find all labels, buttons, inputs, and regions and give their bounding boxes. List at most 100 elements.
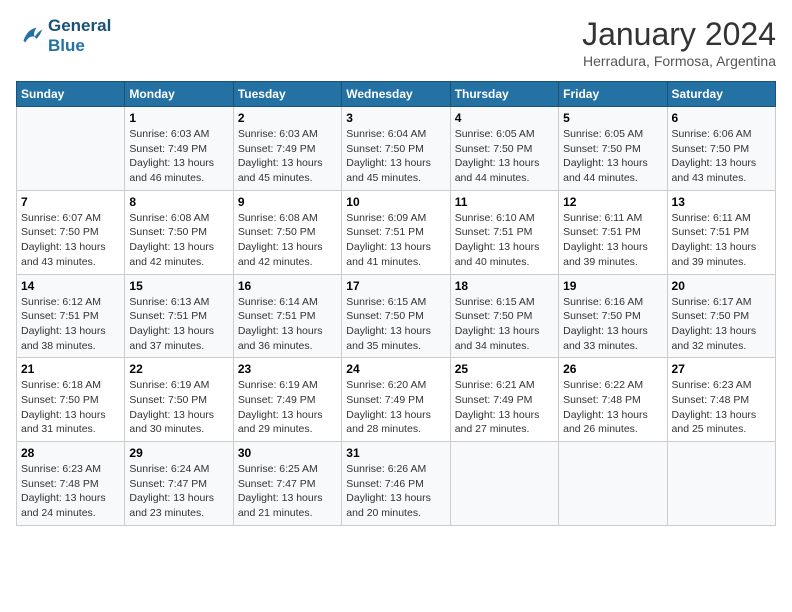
day-details: Sunrise: 6:13 AMSunset: 7:51 PMDaylight:…	[129, 295, 228, 354]
calendar-cell: 6 Sunrise: 6:06 AMSunset: 7:50 PMDaylight…	[667, 107, 775, 191]
day-details: Sunrise: 6:08 AMSunset: 7:50 PMDaylight:…	[129, 211, 228, 270]
calendar-cell: 1Sunrise: 6:03 AMSunset: 7:49 PMDaylight…	[125, 107, 233, 191]
day-details: Sunrise: 6:17 AMSunset: 7:50 PMDaylight:…	[672, 295, 771, 354]
day-number: 16	[238, 279, 337, 293]
day-number: 4	[455, 111, 554, 125]
day-number: 7	[21, 195, 120, 209]
calendar-cell: 25 Sunrise: 6:21 AMSunset: 7:49 PMDayligh…	[450, 358, 558, 442]
calendar-cell	[450, 442, 558, 526]
day-number: 18	[455, 279, 554, 293]
logo-text: General Blue	[48, 16, 111, 57]
calendar-week-row: 21 Sunrise: 6:18 AMSunset: 7:50 PMDayligh…	[17, 358, 776, 442]
header-tuesday: Tuesday	[233, 82, 341, 107]
calendar-cell: 19 Sunrise: 6:16 AMSunset: 7:50 PMDayligh…	[559, 274, 667, 358]
calendar-cell: 26Sunrise: 6:22 AMSunset: 7:48 PMDayligh…	[559, 358, 667, 442]
day-details: Sunrise: 6:22 AMSunset: 7:48 PMDaylight:…	[563, 378, 662, 437]
day-number: 5	[563, 111, 662, 125]
day-number: 14	[21, 279, 120, 293]
day-details: Sunrise: 6:26 AMSunset: 7:46 PMDaylight:…	[346, 462, 445, 521]
calendar-cell: 4 Sunrise: 6:05 AMSunset: 7:50 PMDaylight…	[450, 107, 558, 191]
day-details: Sunrise: 6:06 AMSunset: 7:50 PMDaylight:…	[672, 127, 771, 186]
day-number: 19	[563, 279, 662, 293]
day-details: Sunrise: 6:09 AMSunset: 7:51 PMDaylight:…	[346, 211, 445, 270]
day-details: Sunrise: 6:11 AMSunset: 7:51 PMDaylight:…	[563, 211, 662, 270]
calendar-cell: 27 Sunrise: 6:23 AMSunset: 7:48 PMDayligh…	[667, 358, 775, 442]
calendar-cell	[17, 107, 125, 191]
day-number: 15	[129, 279, 228, 293]
header-friday: Friday	[559, 82, 667, 107]
calendar-cell: 14 Sunrise: 6:12 AMSunset: 7:51 PMDayligh…	[17, 274, 125, 358]
calendar-cell	[667, 442, 775, 526]
day-details: Sunrise: 6:12 AMSunset: 7:51 PMDaylight:…	[21, 295, 120, 354]
day-number: 2	[238, 111, 337, 125]
calendar-cell: 24Sunrise: 6:20 AMSunset: 7:49 PMDayligh…	[342, 358, 450, 442]
calendar-cell: 8 Sunrise: 6:08 AMSunset: 7:50 PMDaylight…	[125, 190, 233, 274]
calendar-week-row: 14 Sunrise: 6:12 AMSunset: 7:51 PMDayligh…	[17, 274, 776, 358]
day-details: Sunrise: 6:18 AMSunset: 7:50 PMDaylight:…	[21, 378, 120, 437]
calendar-table: Sunday Monday Tuesday Wednesday Thursday…	[16, 81, 776, 526]
calendar-cell: 7 Sunrise: 6:07 AMSunset: 7:50 PMDaylight…	[17, 190, 125, 274]
calendar-cell: 31 Sunrise: 6:26 AMSunset: 7:46 PMDayligh…	[342, 442, 450, 526]
day-details: Sunrise: 6:25 AMSunset: 7:47 PMDaylight:…	[238, 462, 337, 521]
header-wednesday: Wednesday	[342, 82, 450, 107]
day-details: Sunrise: 6:04 AMSunset: 7:50 PMDaylight:…	[346, 127, 445, 186]
day-number: 31	[346, 446, 445, 460]
day-number: 23	[238, 362, 337, 376]
calendar-cell: 15 Sunrise: 6:13 AMSunset: 7:51 PMDayligh…	[125, 274, 233, 358]
day-number: 12	[563, 195, 662, 209]
day-details: Sunrise: 6:15 AMSunset: 7:50 PMDaylight:…	[455, 295, 554, 354]
day-number: 24	[346, 362, 445, 376]
day-number: 25	[455, 362, 554, 376]
day-details: Sunrise: 6:23 AMSunset: 7:48 PMDaylight:…	[21, 462, 120, 521]
calendar-cell: 28 Sunrise: 6:23 AMSunset: 7:48 PMDayligh…	[17, 442, 125, 526]
logo-icon	[16, 22, 44, 50]
header-monday: Monday	[125, 82, 233, 107]
calendar-cell	[559, 442, 667, 526]
logo: General Blue	[16, 16, 111, 57]
day-details: Sunrise: 6:10 AMSunset: 7:51 PMDaylight:…	[455, 211, 554, 270]
calendar-cell: 22 Sunrise: 6:19 AMSunset: 7:50 PMDayligh…	[125, 358, 233, 442]
day-details: Sunrise: 6:21 AMSunset: 7:49 PMDaylight:…	[455, 378, 554, 437]
calendar-cell: 12 Sunrise: 6:11 AMSunset: 7:51 PMDayligh…	[559, 190, 667, 274]
calendar-cell: 18 Sunrise: 6:15 AMSunset: 7:50 PMDayligh…	[450, 274, 558, 358]
calendar-cell: 3Sunrise: 6:04 AMSunset: 7:50 PMDaylight…	[342, 107, 450, 191]
calendar-cell: 16Sunrise: 6:14 AMSunset: 7:51 PMDayligh…	[233, 274, 341, 358]
day-number: 22	[129, 362, 228, 376]
day-number: 9	[238, 195, 337, 209]
day-number: 1	[129, 111, 228, 125]
location-subtitle: Herradura, Formosa, Argentina	[582, 53, 776, 69]
day-number: 28	[21, 446, 120, 460]
day-details: Sunrise: 6:03 AMSunset: 7:49 PMDaylight:…	[238, 127, 337, 186]
header-sunday: Sunday	[17, 82, 125, 107]
day-details: Sunrise: 6:05 AMSunset: 7:50 PMDaylight:…	[563, 127, 662, 186]
day-number: 29	[129, 446, 228, 460]
day-details: Sunrise: 6:23 AMSunset: 7:48 PMDaylight:…	[672, 378, 771, 437]
header-thursday: Thursday	[450, 82, 558, 107]
day-number: 13	[672, 195, 771, 209]
day-number: 20	[672, 279, 771, 293]
day-number: 21	[21, 362, 120, 376]
day-details: Sunrise: 6:19 AMSunset: 7:50 PMDaylight:…	[129, 378, 228, 437]
day-details: Sunrise: 6:05 AMSunset: 7:50 PMDaylight:…	[455, 127, 554, 186]
day-details: Sunrise: 6:08 AMSunset: 7:50 PMDaylight:…	[238, 211, 337, 270]
day-number: 30	[238, 446, 337, 460]
title-area: January 2024 Herradura, Formosa, Argenti…	[582, 16, 776, 69]
day-details: Sunrise: 6:16 AMSunset: 7:50 PMDaylight:…	[563, 295, 662, 354]
calendar-cell: 13Sunrise: 6:11 AMSunset: 7:51 PMDayligh…	[667, 190, 775, 274]
calendar-cell: 17Sunrise: 6:15 AMSunset: 7:50 PMDayligh…	[342, 274, 450, 358]
calendar-cell: 30 Sunrise: 6:25 AMSunset: 7:47 PMDayligh…	[233, 442, 341, 526]
day-details: Sunrise: 6:07 AMSunset: 7:50 PMDaylight:…	[21, 211, 120, 270]
day-number: 6	[672, 111, 771, 125]
day-number: 8	[129, 195, 228, 209]
month-title: January 2024	[582, 16, 776, 53]
calendar-cell: 10 Sunrise: 6:09 AMSunset: 7:51 PMDayligh…	[342, 190, 450, 274]
calendar-week-row: 7 Sunrise: 6:07 AMSunset: 7:50 PMDaylight…	[17, 190, 776, 274]
day-details: Sunrise: 6:24 AMSunset: 7:47 PMDaylight:…	[129, 462, 228, 521]
day-number: 11	[455, 195, 554, 209]
header-saturday: Saturday	[667, 82, 775, 107]
day-number: 27	[672, 362, 771, 376]
calendar-cell: 11 Sunrise: 6:10 AMSunset: 7:51 PMDayligh…	[450, 190, 558, 274]
day-details: Sunrise: 6:19 AMSunset: 7:49 PMDaylight:…	[238, 378, 337, 437]
calendar-cell: 5 Sunrise: 6:05 AMSunset: 7:50 PMDaylight…	[559, 107, 667, 191]
day-number: 10	[346, 195, 445, 209]
